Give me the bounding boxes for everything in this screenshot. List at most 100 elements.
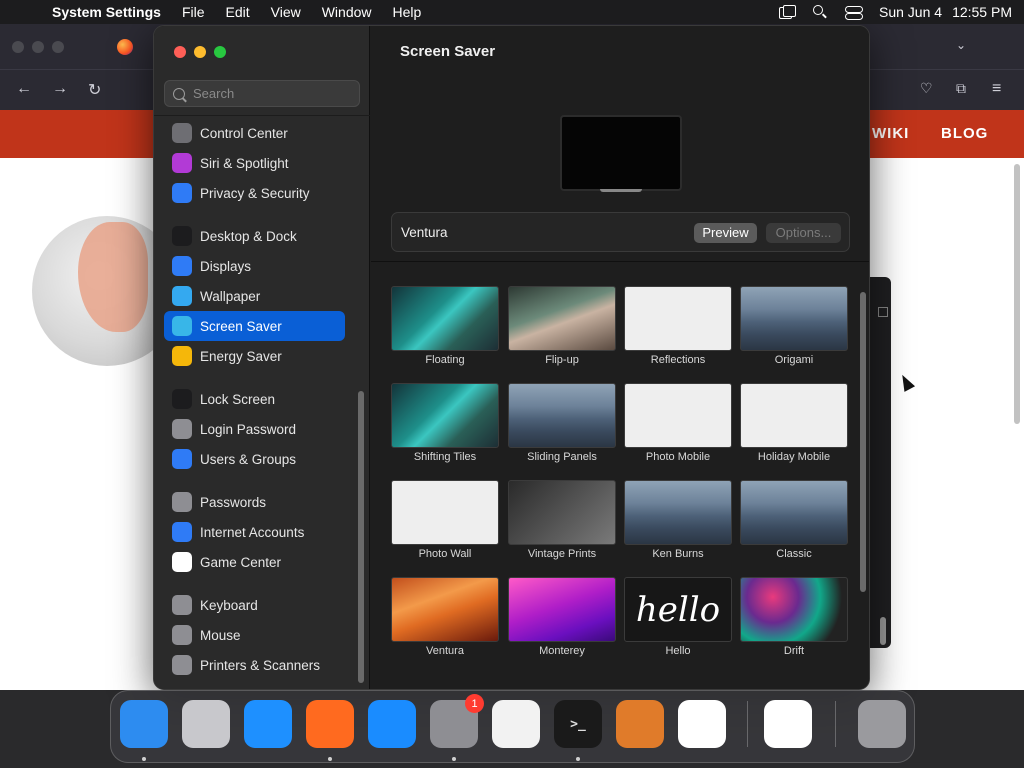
panel-scrollbar[interactable] [880,617,886,645]
menubar-date[interactable]: Sun Jun 4 [879,4,942,20]
extensions-icon[interactable]: ⧉ [956,80,966,97]
sidebar-item-label: Printers & Scanners [200,657,321,673]
sidebar-item-wallpaper[interactable]: Wallpaper [164,281,345,311]
zoom-button[interactable] [214,46,226,58]
screen-mirroring-icon[interactable] [779,5,796,19]
sidebar-item-control-center[interactable]: Control Center [164,118,345,148]
menu-view[interactable]: View [271,4,301,20]
saver-thumbnail [624,480,732,545]
menu-file[interactable]: File [182,4,205,20]
saver-tile-reflections[interactable]: Reflections [624,286,732,376]
sidebar-item-label: Desktop & Dock [200,228,297,244]
firefox-tab-icon[interactable] [117,39,133,55]
search-icon[interactable] [813,5,827,19]
search-input[interactable] [193,86,353,101]
saver-tile-origami[interactable]: Origami [740,286,848,376]
sidebar-item-printers-scanners[interactable]: Printers & Scanners [164,650,345,680]
launchpad-icon[interactable] [182,700,230,748]
sidebar-item-lock-screen[interactable]: Lock Screen [164,384,345,414]
saver-label: Classic [776,548,812,560]
saver-tile-drift[interactable]: Drift [740,577,848,667]
control-center-icon[interactable] [845,5,863,20]
saver-label: Origami [774,354,814,366]
app-store-icon[interactable] [368,700,416,748]
current-saver-name: Ventura [401,224,448,240]
sidebar-item-internet-accounts[interactable]: Internet Accounts [164,517,345,547]
saver-tile-photo-wall[interactable]: Photo Wall [391,480,499,570]
browser-zoom-button[interactable] [52,41,64,53]
system-settings-icon[interactable]: 1 [430,694,484,748]
firefox-icon[interactable] [306,700,354,748]
finder-icon[interactable] [120,700,168,748]
saver-label: Drift [783,645,805,657]
vscode-icon[interactable] [678,700,726,748]
saver-label: Ventura [426,645,464,657]
sidebar-item-passwords[interactable]: Passwords [164,487,345,517]
saver-tile-ken-burns[interactable]: Ken Burns [624,480,732,570]
reload-icon[interactable]: ↻ [88,80,101,100]
textedit-icon[interactable] [492,700,540,748]
at-icon [172,522,192,542]
search-field[interactable] [164,80,360,107]
options-button[interactable]: Options... [766,223,841,243]
screen-saver-icon [172,316,192,336]
minimize-button[interactable] [194,46,206,58]
sidebar-item-label: Users & Groups [200,451,297,467]
sidebar-item-keyboard[interactable]: Keyboard [164,590,345,620]
chevron-down-icon[interactable]: ⌄ [956,38,966,52]
browser-close-button[interactable] [12,41,24,53]
nav-link-wiki[interactable]: WIKI [872,125,909,142]
saver-label: Photo Mobile [645,451,711,463]
trash-icon[interactable] [858,700,906,748]
monitor-stand [600,189,642,192]
panel-icon [878,307,888,317]
saver-tile-floating[interactable]: Floating [391,286,499,376]
sidebar-item-mouse[interactable]: Mouse [164,620,345,650]
saver-tile-flip-up[interactable]: Flip-up [508,286,616,376]
app-menu[interactable]: System Settings [52,4,161,20]
forward-arrow-icon[interactable]: → [52,80,68,98]
menu-edit[interactable]: Edit [226,4,250,20]
sidebar-item-desktop-dock[interactable]: Desktop & Dock [164,221,345,251]
sidebar-item-label: Wallpaper [200,288,261,304]
nav-link-blog[interactable]: BLOG [941,125,988,142]
saver-tile-shifting-tiles[interactable]: Shifting Tiles [391,383,499,473]
hamburger-menu-icon[interactable]: ≡ [992,80,1001,98]
pocket-icon[interactable]: ♡ [920,80,933,97]
saver-tile-holiday-mobile[interactable]: Holiday Mobile [740,383,848,473]
saver-tile-classic[interactable]: Classic [740,480,848,570]
saver-tile-vintage-prints[interactable]: Vintage Prints [508,480,616,570]
sidebar-item-privacy-security[interactable]: Privacy & Security [164,178,345,208]
sidebar-item-users-groups[interactable]: Users & Groups [164,444,345,474]
visual-studio-icon[interactable] [764,700,812,748]
sidebar-scrollbar[interactable] [358,391,364,683]
garageband-icon[interactable] [616,700,664,748]
safari-icon[interactable] [244,700,292,748]
saver-thumbnail [508,383,616,448]
game-center-icon [172,552,192,572]
saver-tile-monterey[interactable]: Monterey [508,577,616,667]
saver-tile-hello[interactable]: hello Hello [624,577,732,667]
terminal-icon[interactable]: >_ [554,700,602,748]
sidebar-item-displays[interactable]: Displays [164,251,345,281]
sidebar-item-screen-saver[interactable]: Screen Saver [164,311,345,341]
close-button[interactable] [174,46,186,58]
grid-scrollbar[interactable] [860,292,866,592]
sidebar-item-label: Screen Saver [200,318,282,334]
sidebar-item-login-password[interactable]: Login Password [164,414,345,444]
saver-tile-ventura[interactable]: Ventura [391,577,499,667]
saver-tile-photo-mobile[interactable]: Photo Mobile [624,383,732,473]
menu-help[interactable]: Help [393,4,422,20]
saver-label: Monterey [539,645,585,657]
preview-button[interactable]: Preview [694,223,757,243]
saver-tile-sliding-panels[interactable]: Sliding Panels [508,383,616,473]
browser-minimize-button[interactable] [32,41,44,53]
browser-scrollbar[interactable] [1014,164,1020,424]
sidebar-item-energy-saver[interactable]: Energy Saver [164,341,345,371]
sidebar-item-game-center[interactable]: Game Center [164,547,345,577]
menubar-time[interactable]: 12:55 PM [952,4,1012,20]
sidebar-item-siri-spotlight[interactable]: Siri & Spotlight [164,148,345,178]
back-arrow-icon[interactable]: ← [16,80,32,98]
menu-window[interactable]: Window [322,4,372,20]
sidebar-item-label: Keyboard [200,597,258,613]
